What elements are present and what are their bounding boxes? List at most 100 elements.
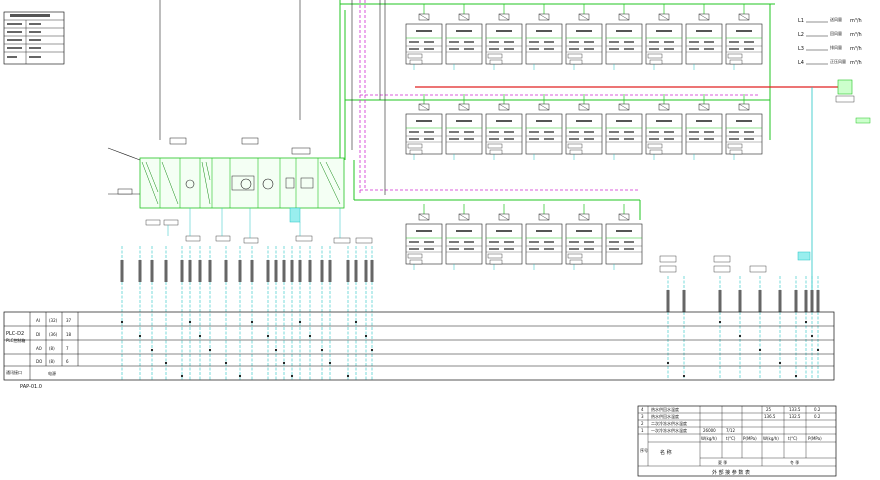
io-type: DO bbox=[36, 359, 42, 364]
signal-label bbox=[250, 260, 254, 282]
io-bus-terminals bbox=[120, 320, 820, 378]
signal-label bbox=[238, 260, 242, 282]
io-code: (32) bbox=[49, 318, 58, 323]
signal-label bbox=[120, 260, 124, 282]
terminal-unit bbox=[685, 4, 723, 70]
signal-label bbox=[718, 290, 722, 312]
bus-terminal bbox=[150, 348, 154, 352]
signal-label bbox=[308, 260, 312, 282]
signal-label bbox=[346, 260, 350, 282]
param-value: 0.2 bbox=[814, 407, 821, 412]
bus-terminal bbox=[308, 334, 312, 338]
flow-code: L4 bbox=[798, 60, 804, 66]
terminal-unit bbox=[565, 4, 603, 70]
terminal-unit bbox=[405, 4, 443, 70]
table-footer: 外 部 接 参 数 表 bbox=[712, 469, 750, 476]
bus-terminal bbox=[810, 334, 814, 338]
io-code: (8) bbox=[49, 346, 55, 351]
signal-label bbox=[354, 260, 358, 282]
terminal-unit bbox=[525, 204, 563, 270]
bus-terminal bbox=[718, 320, 722, 324]
param-name: 一次冷冻水供水温度 bbox=[651, 427, 687, 433]
bus-terminal bbox=[682, 374, 686, 378]
terminal-unit bbox=[485, 4, 523, 70]
flow-name: 排风量 bbox=[830, 44, 842, 50]
terminal-unit bbox=[405, 204, 443, 270]
hvac-control-diagram: PLC-D2 PLC控制箱 通讯接口 电源 PAP-01.0 AI (32) 3… bbox=[3, 0, 871, 477]
signal-label bbox=[180, 260, 184, 282]
bus-terminal bbox=[804, 320, 808, 324]
signal-label bbox=[188, 260, 192, 282]
signal-label bbox=[370, 260, 374, 282]
header-winter: 冬 季 bbox=[790, 459, 799, 465]
signal-label bbox=[738, 290, 742, 312]
signal-label bbox=[150, 260, 154, 282]
bus-terminal bbox=[320, 348, 324, 352]
flow-unit: m³/h bbox=[850, 18, 862, 24]
signal-label bbox=[290, 260, 294, 282]
io-count: 37 bbox=[66, 318, 72, 323]
signal-label bbox=[138, 260, 142, 282]
header-summer: 夏 季 bbox=[718, 459, 727, 465]
signal-label bbox=[274, 260, 278, 282]
signal-label bbox=[164, 260, 168, 282]
terminal-unit bbox=[525, 4, 563, 70]
unit-header: W(kg/h) bbox=[763, 436, 779, 441]
terminal-unit bbox=[685, 94, 723, 160]
bus-terminal bbox=[370, 348, 374, 352]
param-no: 4 bbox=[641, 407, 644, 412]
damper-icon bbox=[837, 79, 853, 95]
sensor-icon bbox=[855, 117, 871, 124]
unit-header: t(°C) bbox=[726, 436, 736, 441]
io-type: DI bbox=[36, 332, 40, 337]
signal-label bbox=[804, 290, 808, 312]
signal-label bbox=[208, 260, 212, 282]
bus-terminal bbox=[266, 334, 270, 338]
header-name: 名 称 bbox=[660, 449, 672, 456]
signal-label bbox=[364, 260, 368, 282]
bus-terminal bbox=[138, 334, 142, 338]
terminal-unit bbox=[725, 4, 763, 70]
flow-code: L2 bbox=[798, 32, 804, 38]
signal-label bbox=[320, 260, 324, 282]
bus-terminal bbox=[282, 361, 286, 365]
io-count: 7 bbox=[66, 346, 69, 351]
param-name: 热水供回水温度 bbox=[651, 406, 679, 412]
unit-header: P(MPa) bbox=[808, 436, 822, 441]
bus-terminal bbox=[666, 361, 670, 365]
terminal-unit bbox=[605, 4, 643, 70]
ahu-tag-leaders bbox=[167, 208, 341, 238]
plc-panel-label: PAP-01.0 bbox=[20, 384, 42, 390]
terminal-unit bbox=[605, 94, 643, 160]
terminal-unit bbox=[445, 4, 483, 70]
io-code: (8) bbox=[49, 359, 55, 364]
param-value: 136.5 bbox=[764, 414, 776, 419]
signal-label bbox=[816, 290, 820, 312]
bus-terminal bbox=[794, 374, 798, 378]
terminal-unit bbox=[445, 204, 483, 270]
bus-terminal bbox=[298, 320, 302, 324]
signal-label bbox=[682, 290, 686, 312]
terminal-unit bbox=[645, 94, 683, 160]
air-handling-unit bbox=[107, 137, 345, 223]
flow-code: L1 bbox=[798, 18, 804, 24]
param-no: 1 bbox=[641, 428, 644, 433]
plc-power-label: 电源 bbox=[48, 370, 56, 376]
bus-terminal bbox=[778, 361, 782, 365]
bus-terminal bbox=[208, 348, 212, 352]
param-no: 2 bbox=[641, 421, 644, 426]
flow-code: L3 bbox=[798, 46, 804, 52]
bus-terminal bbox=[188, 320, 192, 324]
plc-io-table: PLC-D2 PLC控制箱 通讯接口 电源 PAP-01.0 AI (32) 3… bbox=[3, 311, 835, 390]
flow-name: 正压风量 bbox=[830, 58, 846, 64]
param-value: 7/12 bbox=[726, 428, 735, 433]
bus-terminal bbox=[816, 348, 820, 352]
signal-label bbox=[282, 260, 286, 282]
unit-header: W(kg/h) bbox=[701, 436, 717, 441]
terminal-unit bbox=[645, 4, 683, 70]
bus-terminal bbox=[238, 374, 242, 378]
param-value: 0.2 bbox=[814, 414, 821, 419]
param-name: 二次冷冻水供水温度 bbox=[651, 420, 687, 426]
signal-label bbox=[224, 260, 228, 282]
bus-terminal bbox=[738, 334, 742, 338]
